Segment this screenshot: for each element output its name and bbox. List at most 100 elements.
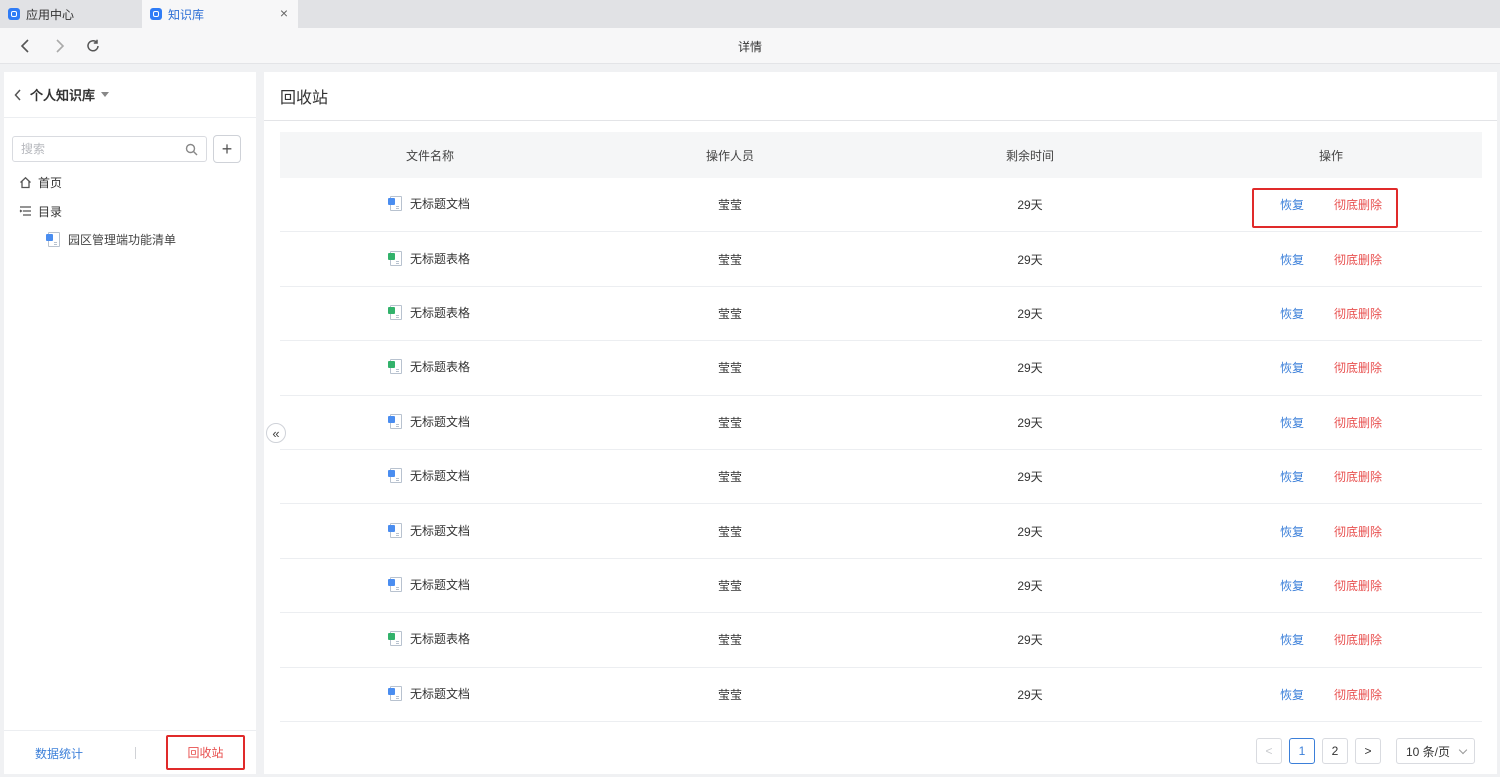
document-icon	[387, 522, 402, 538]
file-name-cell: 无标题文档	[280, 195, 580, 214]
operator-cell: 莹莹	[717, 687, 742, 702]
restore-button[interactable]: 恢复	[1280, 251, 1304, 268]
spreadsheet-icon	[387, 304, 402, 320]
file-name-text: 无标题表格	[409, 305, 470, 320]
actions-cell: 恢复 彻底删除	[1180, 577, 1482, 594]
file-name-text: 无标题表格	[409, 360, 470, 375]
delete-permanently-button[interactable]: 彻底删除	[1334, 631, 1382, 648]
file-name: 无标题文档	[387, 685, 470, 702]
search-input[interactable]	[21, 142, 185, 156]
search-box	[12, 136, 207, 162]
delete-permanently-button[interactable]: 彻底删除	[1334, 359, 1382, 376]
file-name: 无标题表格	[387, 358, 470, 375]
table-row: 无标题表格 莹莹 29天 恢复 彻底删除	[280, 341, 1482, 396]
actions-cell: 恢复 彻底删除	[1180, 359, 1482, 376]
page-size-value: 10 条/页	[1406, 744, 1451, 759]
row-actions: 恢复 彻底删除	[1280, 577, 1382, 594]
page-2-button[interactable]: 2	[1322, 738, 1348, 764]
sidebar-item-label: 目录	[38, 204, 63, 219]
remaining-time-cell: 29天	[1017, 687, 1043, 702]
file-name-cell: 无标题文档	[280, 685, 580, 704]
restore-button[interactable]: 恢复	[1280, 577, 1304, 594]
close-icon[interactable]: ×	[280, 6, 288, 20]
tab-label: 应用中心	[26, 7, 75, 22]
actions-cell: 恢复 彻底删除	[1180, 414, 1482, 431]
file-name: 无标题文档	[387, 195, 470, 212]
actions-cell: 恢复 彻底删除	[1180, 686, 1482, 703]
file-name-cell: 无标题文档	[280, 522, 580, 541]
row-actions: 恢复 彻底删除	[1280, 359, 1382, 376]
restore-button[interactable]: 恢复	[1280, 305, 1304, 322]
delete-permanently-button[interactable]: 彻底删除	[1334, 468, 1382, 485]
sidebar-item-home[interactable]: 首页	[18, 172, 62, 192]
remaining-time-cell: 29天	[1017, 306, 1043, 321]
remaining-time-cell: 29天	[1017, 470, 1043, 485]
table-body: 无标题文档 莹莹 29天 恢复 彻底删除 无标题表格 莹莹 29天 恢复 彻底删除 无标题表格 莹莹 2…	[280, 178, 1482, 722]
page-size-select[interactable]: 10 条/页	[1396, 738, 1475, 764]
table-header: 文件名称 操作人员 剩余时间 操作	[280, 132, 1482, 178]
row-actions: 恢复 彻底删除	[1280, 305, 1382, 322]
actions-cell: 恢复 彻底删除	[1180, 251, 1482, 268]
restore-button[interactable]: 恢复	[1280, 523, 1304, 540]
collapse-sidebar-button[interactable]: «	[266, 423, 286, 443]
file-name: 无标题文档	[387, 522, 470, 539]
delete-permanently-button[interactable]: 彻底删除	[1334, 305, 1382, 322]
prev-page-button[interactable]: <	[1256, 738, 1282, 764]
delete-permanently-button[interactable]: 彻底删除	[1334, 414, 1382, 431]
delete-permanently-button[interactable]: 彻底删除	[1334, 577, 1382, 594]
restore-button[interactable]: 恢复	[1280, 359, 1304, 376]
sidebar: 个人知识库 + 首页 目录 园区管理端功能清单 数据统计 回收站	[4, 72, 256, 774]
document-icon	[387, 685, 402, 701]
chevron-left-icon[interactable]	[14, 88, 22, 101]
document-icon	[387, 413, 402, 429]
operator-cell: 莹莹	[717, 198, 742, 213]
page-title: 详情	[737, 40, 762, 54]
row-actions: 恢复 彻底删除	[1280, 523, 1382, 540]
delete-permanently-button[interactable]: 彻底删除	[1334, 251, 1382, 268]
sidebar-item-directory[interactable]: 目录	[18, 201, 62, 221]
row-actions: 恢复 彻底删除	[1280, 468, 1382, 485]
delete-permanently-button[interactable]: 彻底删除	[1334, 523, 1382, 540]
tree-item-document[interactable]: 园区管理端功能清单	[46, 230, 176, 248]
tab-app-center[interactable]: 应用中心	[0, 0, 142, 28]
restore-button[interactable]: 恢复	[1280, 468, 1304, 485]
file-name-cell: 无标题表格	[280, 630, 580, 649]
table-row: 无标题文档 莹莹 29天 恢复 彻底删除	[280, 504, 1482, 559]
file-name: 无标题表格	[387, 250, 470, 267]
next-page-button[interactable]: >	[1355, 738, 1381, 764]
recycle-bin-link[interactable]: 回收站	[166, 735, 245, 770]
caret-down-icon[interactable]	[101, 92, 110, 97]
spreadsheet-icon	[387, 250, 402, 266]
file-name-text: 无标题文档	[409, 577, 470, 592]
data-stats-link[interactable]: 数据统计	[35, 745, 83, 762]
home-icon	[18, 175, 32, 189]
row-actions: 恢复 彻底删除	[1280, 251, 1382, 268]
search-icon[interactable]	[185, 143, 198, 156]
remaining-time-cell: 29天	[1017, 415, 1043, 430]
restore-button[interactable]: 恢复	[1280, 414, 1304, 431]
spreadsheet-icon	[387, 631, 402, 647]
actions-cell: 恢复 彻底删除	[1180, 305, 1482, 322]
knowledge-base-selector[interactable]: 个人知识库	[4, 72, 256, 118]
table-row: 无标题表格 莹莹 29天 恢复 彻底删除	[280, 287, 1482, 342]
add-button[interactable]: +	[213, 135, 241, 163]
operator-cell: 莹莹	[717, 633, 742, 648]
tab-bar: 应用中心 知识库 ×	[0, 0, 1500, 28]
knowledge-base-title: 个人知识库	[30, 88, 96, 103]
sidebar-item-label: 首页	[38, 175, 63, 190]
tab-knowledge-base[interactable]: 知识库 ×	[142, 0, 298, 28]
delete-permanently-button[interactable]: 彻底删除	[1334, 686, 1382, 703]
restore-button[interactable]: 恢复	[1280, 686, 1304, 703]
file-name-text: 无标题文档	[409, 523, 470, 538]
remaining-time-cell: 29天	[1017, 524, 1043, 539]
table-row: 无标题文档 莹莹 29天 恢复 彻底删除	[280, 450, 1482, 505]
page-1-button[interactable]: 1	[1289, 738, 1315, 764]
table-row: 无标题文档 莹莹 29天 恢复 彻底删除	[280, 396, 1482, 450]
column-header: 剩余时间	[1005, 148, 1054, 163]
document-icon	[387, 196, 402, 212]
file-name-text: 无标题文档	[409, 197, 470, 212]
remaining-time-cell: 29天	[1017, 252, 1043, 267]
column-header: 文件名称	[405, 148, 454, 163]
operator-cell: 莹莹	[717, 578, 742, 593]
restore-button[interactable]: 恢复	[1280, 631, 1304, 648]
